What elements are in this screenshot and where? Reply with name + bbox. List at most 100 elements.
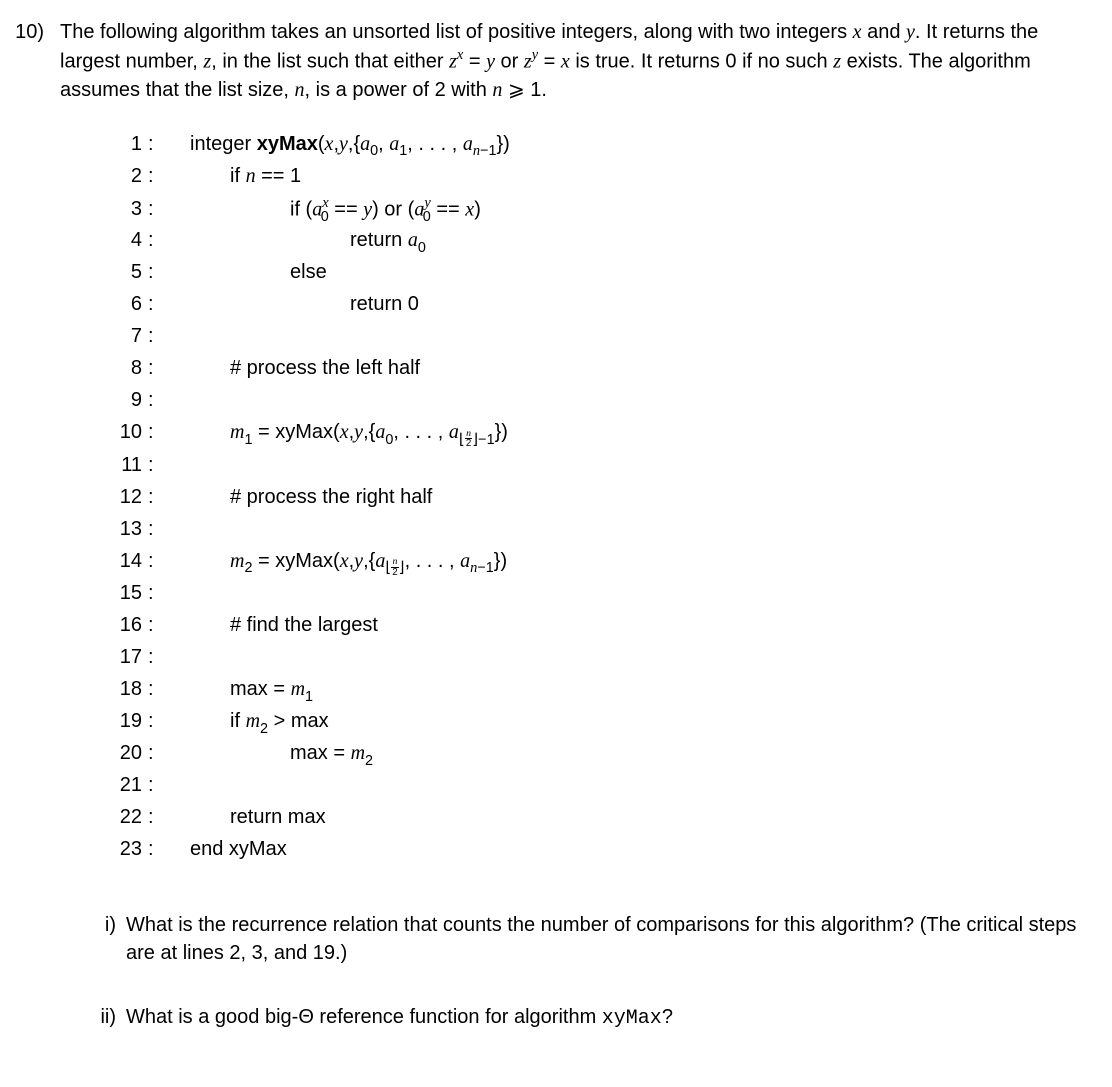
arg-x: x — [340, 550, 349, 572]
colon: : — [148, 162, 168, 190]
colon: : — [148, 386, 168, 414]
line-number: 5 — [104, 258, 148, 286]
problem-body: The following algorithm takes an unsorte… — [60, 18, 1094, 1069]
subpart-body: What is a good big-Θ reference function … — [126, 1003, 1094, 1033]
minus-1: −1 — [477, 560, 493, 576]
colon: : — [148, 290, 168, 318]
sub-1: 1 — [244, 432, 252, 448]
line-number: 20 — [104, 739, 148, 767]
code-line-5: 5: else — [104, 258, 1094, 290]
sub-0: 0 — [321, 209, 329, 225]
call: = xyMax( — [252, 550, 339, 572]
frac-num: n — [391, 557, 398, 568]
var-n: n — [246, 165, 256, 187]
code-content: m1 = xyMax(x,y,{a0, . . . , a⌊n2⌋−1}) — [168, 418, 508, 450]
code-content: if n == 1 — [168, 162, 301, 190]
sub-1: 1 — [399, 143, 407, 159]
colon: : — [148, 515, 168, 543]
kw-return: return — [350, 229, 408, 251]
sub-floor: ⌊n2⌋ — [385, 560, 404, 576]
colon: : — [148, 739, 168, 767]
var-y: y — [486, 51, 495, 73]
code-line-21: 21: — [104, 771, 1094, 803]
kw-if: if ( — [290, 198, 312, 220]
sub-1: 1 — [305, 689, 313, 705]
frac-n-2: n2 — [391, 557, 398, 578]
ellipsis: , . . . , — [407, 133, 463, 155]
line-number: 17 — [104, 643, 148, 671]
close: ) — [474, 198, 481, 220]
ellipsis: , . . . , — [393, 421, 449, 443]
var-m1: m — [291, 678, 305, 700]
var-n: n — [295, 79, 305, 101]
fn-name: xyMax — [257, 133, 318, 155]
code-content: return 0 — [168, 290, 419, 318]
var-x: x — [561, 51, 570, 73]
a0: a — [375, 421, 385, 443]
code-content: return max — [168, 803, 326, 831]
intro-text: or — [495, 51, 524, 73]
code-content: max = m2 — [168, 739, 373, 770]
code-line-16: 16: # find the largest — [104, 611, 1094, 643]
floor-right-icon: ⌋ — [399, 560, 405, 576]
colon: : — [148, 258, 168, 286]
line-number: 23 — [104, 835, 148, 863]
var-n: n — [492, 79, 502, 101]
code-content: if m2 > max — [168, 707, 329, 738]
line-number: 12 — [104, 483, 148, 511]
minus-1: −1 — [480, 143, 496, 159]
a-idx: a — [460, 550, 470, 572]
code-content: end xyMax — [168, 835, 287, 863]
colon: : — [148, 611, 168, 639]
sub-n-1: n−1 — [470, 560, 494, 576]
code-line-19: 19: if m2 > max — [104, 707, 1094, 739]
colon: : — [148, 803, 168, 831]
code-line-6: 6: return 0 — [104, 290, 1094, 322]
brace: ,{ — [363, 421, 375, 443]
code-line-23: 23: end xyMax — [104, 835, 1094, 867]
q-text: What is a good big-Θ reference function … — [126, 1006, 602, 1028]
eq: = — [538, 51, 561, 73]
var-m2: m — [246, 710, 260, 732]
code-content: integer xyMax(x,y,{a0, a1, . . . , an−1}… — [168, 130, 510, 161]
algorithm-listing: 1: integer xyMax(x,y,{a0, a1, . . . , an… — [104, 130, 1094, 867]
brace: ,{ — [363, 550, 375, 572]
a0: a — [408, 229, 418, 251]
arg-a0: a — [360, 133, 370, 155]
code-line-15: 15: — [104, 579, 1094, 611]
kw-if: if — [230, 710, 246, 732]
code-line-22: 22: return max — [104, 803, 1094, 835]
code-line-10: 10: m1 = xyMax(x,y,{a0, . . . , a⌊n2⌋−1}… — [104, 418, 1094, 450]
paren: ( — [318, 133, 325, 155]
arg-x: x — [340, 421, 349, 443]
intro-text: The following algorithm takes an unsorte… — [60, 21, 853, 43]
frac-n-2: n2 — [465, 429, 472, 450]
line-number: 4 — [104, 226, 148, 254]
code-line-17: 17: — [104, 643, 1094, 675]
colon: : — [148, 707, 168, 735]
code-line-3: 3: if (ax0 == y) or (ay0 == x) — [104, 194, 1094, 227]
sub-n-1: n−1 — [473, 143, 497, 159]
sub-2: 2 — [260, 721, 268, 737]
problem-intro: The following algorithm takes an unsorte… — [60, 18, 1094, 104]
arg-an: a — [463, 133, 473, 155]
sub-floor: ⌊n2⌋−1 — [459, 432, 495, 448]
problem-number: 10) — [8, 18, 44, 1069]
sub-0: 0 — [385, 432, 393, 448]
code-line-18: 18: max = m1 — [104, 675, 1094, 707]
subpart-i: i) What is the recurrence relation that … — [94, 911, 1094, 967]
sup-y: y — [532, 47, 538, 63]
close: }) — [497, 133, 510, 155]
sub-0: 0 — [370, 143, 378, 159]
line-number: 6 — [104, 290, 148, 318]
eq: == — [329, 198, 363, 220]
sub-2: 2 — [244, 560, 252, 576]
line-number: 3 — [104, 195, 148, 223]
line-number: 21 — [104, 771, 148, 799]
colon: : — [148, 451, 168, 479]
code-content: max = m1 — [168, 675, 313, 706]
comma: , — [378, 133, 389, 155]
line-number: 11 — [104, 451, 148, 479]
line-number: 14 — [104, 547, 148, 575]
subparts: i) What is the recurrence relation that … — [94, 911, 1094, 1033]
